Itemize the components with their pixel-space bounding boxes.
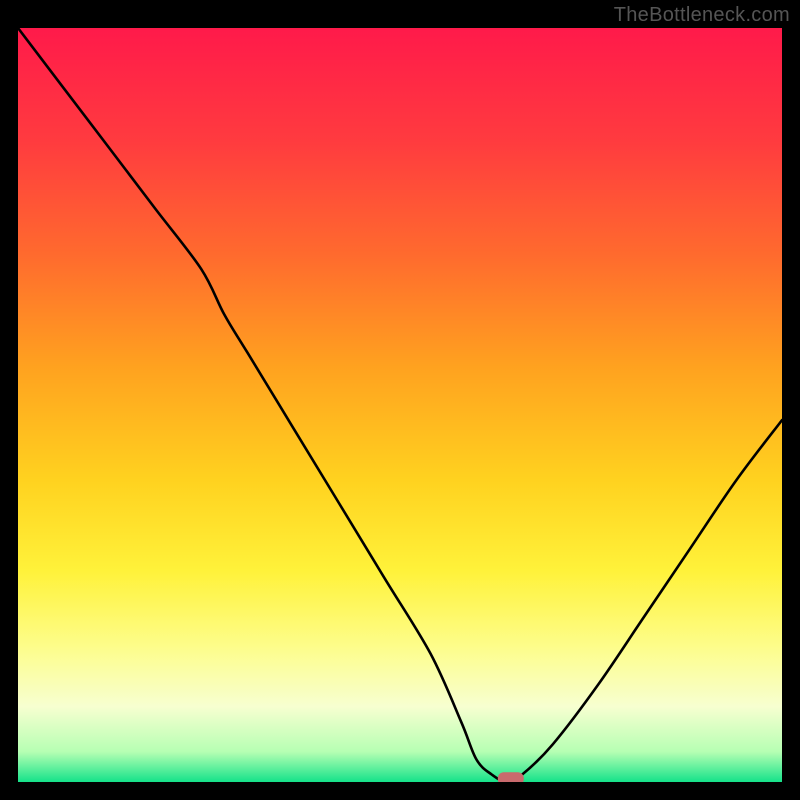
watermark-text: TheBottleneck.com: [614, 4, 790, 27]
optimal-point-marker: [498, 772, 524, 782]
bottleneck-chart: [18, 28, 782, 782]
gradient-background: [18, 28, 782, 782]
chart-frame: TheBottleneck.com: [0, 0, 800, 800]
plot-area: [18, 28, 782, 782]
